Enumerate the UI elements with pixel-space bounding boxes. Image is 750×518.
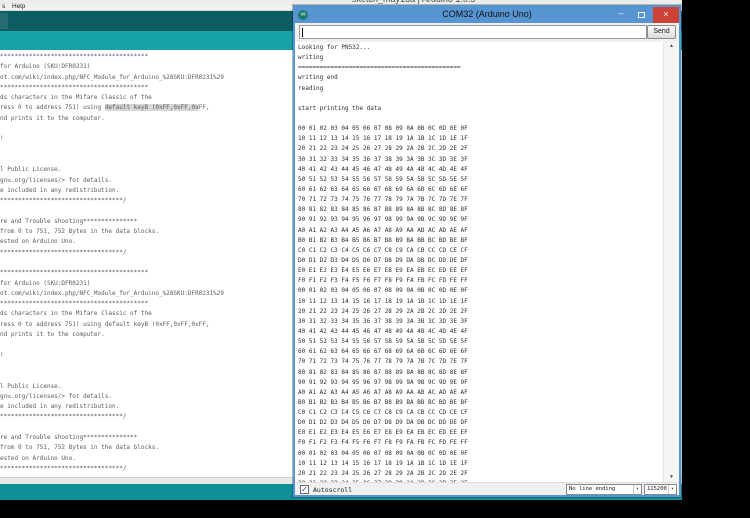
serial-output-line: 20 21 22 23 24 25 26 27 28 29 2A 2B 2C 2… <box>298 144 662 154</box>
serial-output-line: writing end <box>298 73 662 83</box>
close-button[interactable]: × <box>653 7 679 23</box>
serial-output-line: F0 F1 F2 F3 F4 F5 F6 F7 F8 F9 FA FB FC F… <box>298 276 662 286</box>
chevron-down-icon: ▾ <box>633 485 641 494</box>
send-button[interactable]: Send <box>647 25 676 39</box>
serial-output-line: 10 11 12 13 14 15 16 17 18 19 1A 1B 1C 1… <box>298 134 662 144</box>
serial-output-line: C0 C1 C2 C3 C4 C5 C6 C7 C8 C9 CA CB CC C… <box>298 408 662 418</box>
scroll-up-icon[interactable]: ▲ <box>664 42 679 51</box>
serial-output-line: 00 01 02 03 04 05 06 07 08 09 0A 0B 0C 0… <box>298 449 662 459</box>
serial-output-line: 20 21 22 23 24 25 26 27 28 29 2A 2B 2C 2… <box>298 307 662 317</box>
serial-output-line: reading <box>298 84 662 94</box>
serial-output-line: Looking for PN532... <box>298 43 662 53</box>
text-cursor <box>302 28 303 37</box>
serial-output-line: B0 B1 B2 B3 B4 B5 B6 B7 B8 B9 BA BB BC B… <box>298 236 662 246</box>
serial-output-line: 80 81 82 83 84 85 86 87 88 89 8A 8B 8C 8… <box>298 368 662 378</box>
autoscroll-checkbox[interactable]: ✓ <box>300 485 309 494</box>
serial-output-line: 90 91 92 93 94 95 96 97 98 99 9A 9B 9C 9… <box>298 378 662 388</box>
scroll-down-icon[interactable]: ▼ <box>664 473 679 482</box>
serial-output-line: ========================================… <box>298 63 662 73</box>
serial-output-line <box>298 114 662 124</box>
line-ending-dropdown[interactable]: No line ending ▾ <box>566 484 642 495</box>
serial-monitor-bottom-bar: ✓ Autoscroll No line ending ▾ 115200 bau… <box>295 482 679 495</box>
serial-output-line: 30 31 32 33 34 35 36 37 38 39 3A 3B 3C 3… <box>298 155 662 165</box>
serial-output-text[interactable]: Looking for PN532...writing=============… <box>298 43 662 482</box>
serial-output-line: 40 41 42 43 44 45 46 47 48 49 4A 4B 4C 4… <box>298 165 662 175</box>
serial-output-line: D0 D1 D2 D3 D4 D5 D6 D7 D8 D9 DA DB DC D… <box>298 418 662 428</box>
serial-output-line: 70 71 72 73 74 75 76 77 78 79 7A 7B 7C 7… <box>298 195 662 205</box>
serial-output-line: D0 D1 D2 D3 D4 D5 D6 D7 D8 D9 DA DB DC D… <box>298 256 662 266</box>
chevron-down-icon: ▾ <box>668 485 676 494</box>
serial-output-line: A0 A1 A2 A3 A4 A5 A6 A7 A8 A9 AA AB AC A… <box>298 388 662 398</box>
serial-output-line: 00 01 02 03 04 05 06 07 08 09 0A 0B 0C 0… <box>298 124 662 134</box>
serial-output-line: 10 11 12 13 14 15 16 17 18 19 1A 1B 1C 1… <box>298 459 662 469</box>
baud-rate-dropdown[interactable]: 115200 baud ▾ <box>644 484 677 495</box>
serial-output-line: start printing the data <box>298 104 662 114</box>
serial-output-line: C0 C1 C2 C3 C4 C5 C6 C7 C8 C9 CA CB CC C… <box>298 246 662 256</box>
serial-output-line: 00 01 02 03 04 05 06 07 08 09 0A 0B 0C 0… <box>298 286 662 296</box>
baud-rate-value: 115200 baud <box>647 486 667 495</box>
menu-item-help[interactable]: Help <box>12 3 25 11</box>
line-ending-value: No line ending <box>569 486 615 492</box>
serial-output-line: 20 21 22 23 24 25 26 27 28 29 2A 2B 2C 2… <box>298 469 662 479</box>
serial-output-line: E0 E1 E2 E3 E4 E5 E6 E7 E8 E9 EA EB EC E… <box>298 266 662 276</box>
autoscroll-label: Autoscroll <box>313 486 352 494</box>
serial-output-line: 60 61 62 63 64 65 66 67 68 69 6A 6B 6C 6… <box>298 185 662 195</box>
serial-output-line: 80 81 82 83 84 85 86 87 88 89 8A 8B 8C 8… <box>298 205 662 215</box>
serial-output-area: Looking for PN532...writing=============… <box>295 42 679 482</box>
maximize-button[interactable] <box>633 7 649 23</box>
serial-output-line: 90 91 92 93 94 95 96 97 98 99 9A 9B 9C 9… <box>298 215 662 225</box>
serial-output-line: 30 31 32 33 34 35 36 37 38 39 3A 3B 3C 3… <box>298 317 662 327</box>
serial-output-line: 70 71 72 73 74 75 76 77 78 79 7A 7B 7C 7… <box>298 357 662 367</box>
maximize-icon <box>638 12 645 18</box>
vertical-scrollbar[interactable]: ▲ ▼ <box>663 42 679 482</box>
serial-output-line: 60 61 62 63 64 65 66 67 68 69 6A 6B 6C 6… <box>298 347 662 357</box>
serial-output-line: 40 41 42 43 44 45 46 47 48 49 4A 4B 4C 4… <box>298 327 662 337</box>
serial-output-line: B0 B1 B2 B3 B4 B5 B6 B7 B8 B9 BA BB BC B… <box>298 398 662 408</box>
serial-output-line: F0 F1 F2 F3 F4 F5 F6 F7 F8 F9 FA FB FC F… <box>298 438 662 448</box>
serial-output-line: writing <box>298 53 662 63</box>
serial-monitor-titlebar[interactable]: ∞ COM32 (Arduino Uno) – × <box>295 7 679 23</box>
toolbar-button-partial[interactable] <box>0 13 8 29</box>
minimize-button[interactable]: – <box>613 7 629 23</box>
serial-output-line: 50 51 52 53 54 55 56 57 58 59 5A 5B 5C 5… <box>298 337 662 347</box>
serial-output-line: A0 A1 A2 A3 A4 A5 A6 A7 A8 A9 AA AB AC A… <box>298 226 662 236</box>
serial-output-line: 10 11 12 13 14 15 16 17 18 19 1A 1B 1C 1… <box>298 297 662 307</box>
serial-output-line: 50 51 52 53 54 55 56 57 58 59 5A 5B 5C 5… <box>298 175 662 185</box>
serial-input-row: Send <box>295 23 679 42</box>
menu-item-partial[interactable]: s <box>2 3 5 11</box>
serial-monitor-window: ∞ COM32 (Arduino Uno) – × Send Looking f… <box>293 5 681 497</box>
serial-send-input[interactable] <box>299 25 647 39</box>
serial-output-line <box>298 94 662 104</box>
serial-output-line: E0 E1 E2 E3 E4 E5 E6 E7 E8 E9 EA EB EC E… <box>298 428 662 438</box>
